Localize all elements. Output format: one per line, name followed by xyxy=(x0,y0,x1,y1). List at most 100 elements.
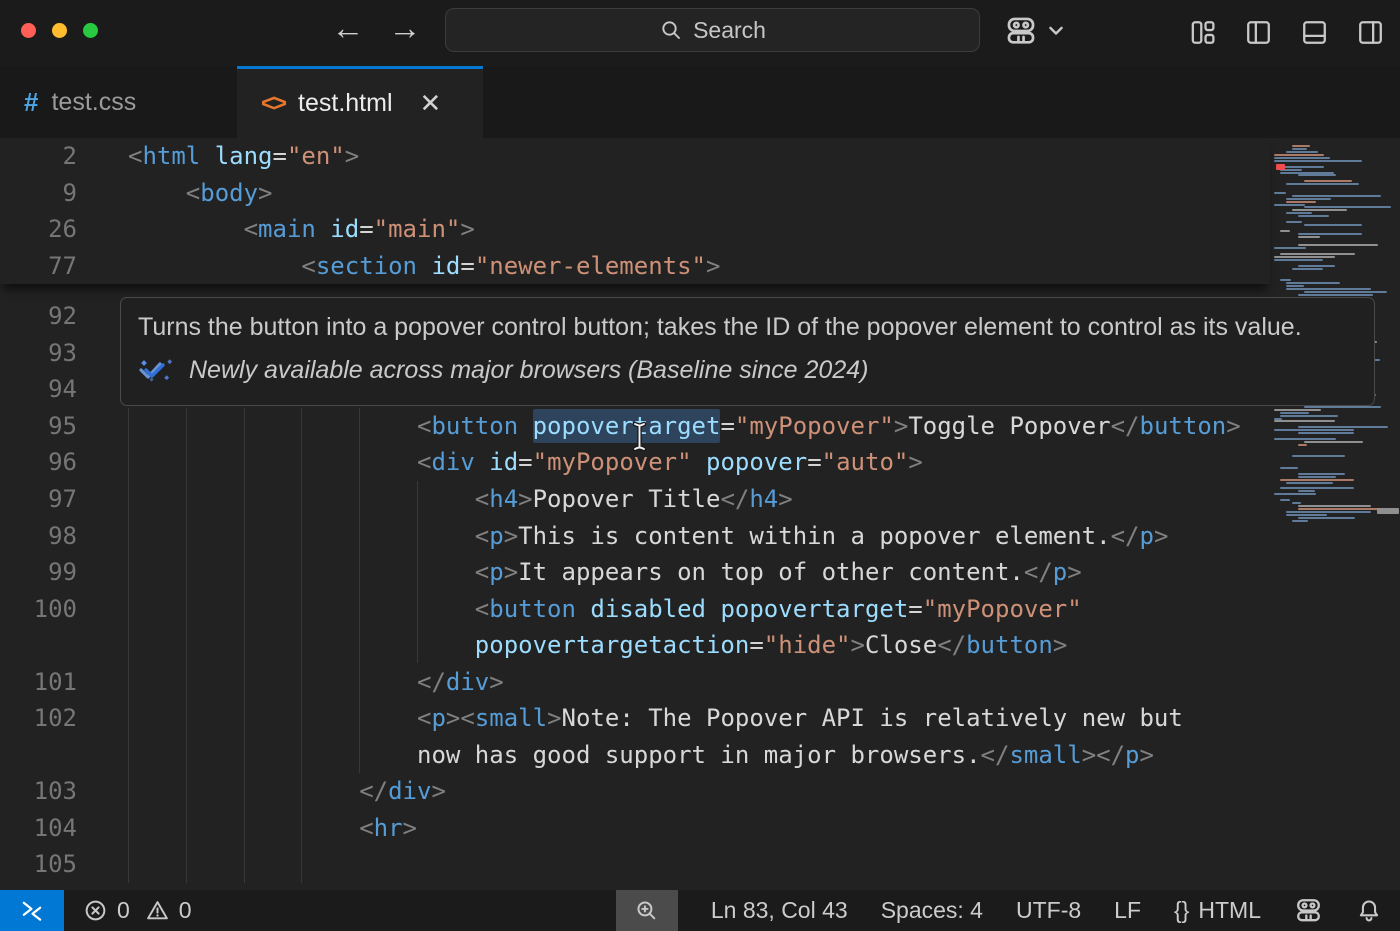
indent-guide xyxy=(244,700,245,737)
encoding-setting[interactable]: UTF-8 xyxy=(1016,897,1081,924)
code-line[interactable]: popovertargetaction="hide">Close</button… xyxy=(0,627,1270,664)
line-number: 99 xyxy=(0,558,77,586)
minimap-line xyxy=(1274,409,1321,411)
search-icon xyxy=(659,18,683,42)
indent-guide xyxy=(301,737,302,774)
sticky-line[interactable]: 9<body> xyxy=(0,175,1270,212)
error-icon xyxy=(83,898,108,923)
indent-guide xyxy=(128,444,129,481)
bell-icon[interactable] xyxy=(1356,898,1382,924)
hover-tooltip: Turns the button into a popover control … xyxy=(120,297,1375,406)
indent-guide xyxy=(186,554,187,591)
minimap[interactable] xyxy=(1270,138,1400,890)
indent-guide xyxy=(244,737,245,774)
minimap-line xyxy=(1280,499,1290,501)
indent-guide xyxy=(186,663,187,700)
code-line[interactable]: now has good support in major browsers.<… xyxy=(0,737,1270,774)
language-mode[interactable]: {} HTML xyxy=(1174,897,1261,924)
copilot-icon[interactable] xyxy=(1004,14,1038,48)
minimap-line xyxy=(1292,268,1323,270)
minimap-line xyxy=(1298,265,1335,267)
cursor-position[interactable]: Ln 83, Col 43 xyxy=(711,897,848,924)
minimap-line xyxy=(1280,253,1355,255)
tab-test-css[interactable]: # test.css xyxy=(0,66,237,138)
command-center-search[interactable]: Search xyxy=(445,8,980,52)
minimap-line xyxy=(1274,154,1324,156)
toggle-secondary-sidebar-icon[interactable] xyxy=(1356,18,1385,47)
code-line[interactable]: 99<p>It appears on top of other content.… xyxy=(0,554,1270,591)
minimap-line xyxy=(1280,172,1334,174)
indent-guide xyxy=(186,737,187,774)
indentation-setting[interactable]: Spaces: 4 xyxy=(881,897,983,924)
line-content: <hr> xyxy=(359,814,417,842)
toggle-panel-icon[interactable] xyxy=(1300,18,1329,47)
minimap-line xyxy=(1280,412,1309,414)
minimap-line xyxy=(1274,420,1335,422)
eol-setting[interactable]: LF xyxy=(1114,897,1141,924)
chevron-down-icon[interactable] xyxy=(1046,21,1066,41)
toggle-primary-sidebar-icon[interactable] xyxy=(1244,18,1273,47)
code-line[interactable]: 104<hr> xyxy=(0,810,1270,847)
indent-guide xyxy=(244,517,245,554)
indent-guide xyxy=(128,810,129,847)
problems-indicator[interactable]: 0 0 xyxy=(83,897,192,924)
line-number: 9 xyxy=(0,179,77,207)
line-number: 97 xyxy=(0,485,77,513)
line-number: 92 xyxy=(0,302,77,330)
indent-guide xyxy=(301,517,302,554)
traffic-lights xyxy=(21,23,98,38)
sticky-line[interactable]: 2<html lang="en"> xyxy=(0,138,1270,175)
close-tab-icon[interactable]: ✕ xyxy=(420,88,442,119)
line-content: </div> xyxy=(359,777,446,805)
code-line[interactable]: 102<p><small>Note: The Popover API is re… xyxy=(0,700,1270,737)
forward-button[interactable]: → xyxy=(387,9,423,47)
back-button[interactable]: ← xyxy=(330,9,366,47)
code-line[interactable]: 97<h4>Popover Title</h4> xyxy=(0,481,1270,518)
line-number: 96 xyxy=(0,448,77,476)
close-window-button[interactable] xyxy=(21,23,36,38)
indent-guide xyxy=(359,737,360,774)
code-line[interactable]: 100<button disabled popovertarget="myPop… xyxy=(0,590,1270,627)
indent-guide xyxy=(359,627,360,664)
editor-pane[interactable]: 92939495<button popovertarget="myPopover… xyxy=(0,138,1400,890)
line-content: <p>This is content within a popover elem… xyxy=(475,522,1169,550)
minimap-line xyxy=(1286,482,1333,484)
minimap-line xyxy=(1298,473,1345,475)
indent-guide xyxy=(128,737,129,774)
minimap-line xyxy=(1274,429,1354,431)
minimap-line xyxy=(1280,467,1298,469)
indent-guide xyxy=(301,554,302,591)
code-line[interactable]: 103</div> xyxy=(0,773,1270,810)
indent-guide xyxy=(186,700,187,737)
zoom-window-button[interactable] xyxy=(83,23,98,38)
code-line[interactable]: 101</div> xyxy=(0,663,1270,700)
customize-layout-icon[interactable] xyxy=(1188,18,1217,47)
warning-icon xyxy=(145,898,170,923)
copilot-status-icon[interactable] xyxy=(1294,896,1323,925)
minimap-line xyxy=(1280,415,1338,417)
code-line[interactable]: 105 xyxy=(0,846,1270,883)
indent-guide xyxy=(244,481,245,518)
minimap-line xyxy=(1298,444,1307,446)
sticky-line[interactable]: 77<section id="newer-elements"> xyxy=(0,248,1270,285)
indent-guide xyxy=(186,444,187,481)
indent-guide xyxy=(359,554,360,591)
remote-indicator[interactable] xyxy=(0,890,64,931)
tab-test-html[interactable]: <> test.html ✕ xyxy=(237,66,483,138)
line-number: 105 xyxy=(0,850,77,878)
minimap-line xyxy=(1286,221,1302,223)
zoom-in-icon xyxy=(634,898,659,923)
code-line[interactable]: 98<p>This is content within a popover el… xyxy=(0,517,1270,554)
line-number: 93 xyxy=(0,339,77,367)
vscode-window: ← → Search xyxy=(0,0,1400,931)
minimap-line xyxy=(1286,282,1340,284)
indent-guide xyxy=(244,810,245,847)
indent-guide xyxy=(244,627,245,664)
minimize-window-button[interactable] xyxy=(52,23,67,38)
zoom-status-button[interactable] xyxy=(616,890,678,931)
minimap-line xyxy=(1274,160,1362,162)
indent-guide xyxy=(417,627,418,664)
sticky-line[interactable]: 26<main id="main"> xyxy=(0,211,1270,248)
minimap-line xyxy=(1286,198,1331,200)
minimap-line xyxy=(1274,418,1282,420)
